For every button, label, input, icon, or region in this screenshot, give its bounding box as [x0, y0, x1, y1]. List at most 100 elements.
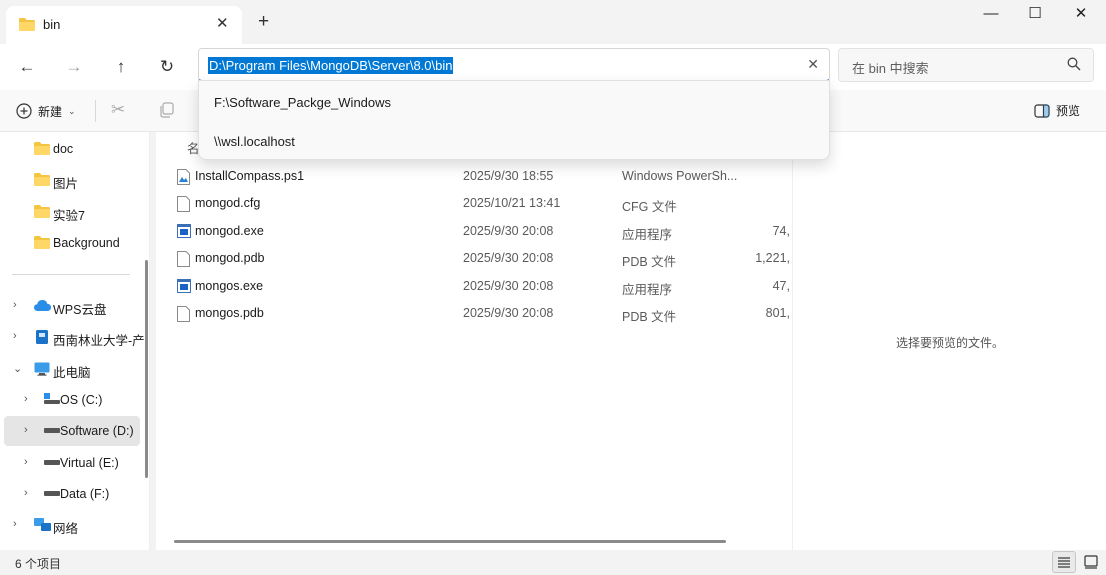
search-placeholder: 在 bin 中搜索	[852, 61, 929, 76]
sidebar-item-virtual-e[interactable]: › Virtual (E:)	[0, 448, 145, 478]
file-name: InstallCompass.ps1	[195, 169, 305, 183]
folder-icon	[19, 18, 35, 31]
script-file-icon	[177, 169, 190, 185]
chevron-right-icon[interactable]: ›	[24, 424, 28, 436]
title-bar: bin ✕ + — ☐ ✕	[0, 0, 1106, 44]
sidebar-item-experiment7[interactable]: 实验7	[0, 197, 145, 227]
address-path-selected[interactable]: D:\Program Files\MongoDB\Server\8.0\bin	[208, 57, 454, 74]
refresh-icon[interactable]: ↻	[152, 52, 182, 82]
preview-button[interactable]: 预览	[1034, 102, 1080, 119]
file-size: 801,	[765, 306, 790, 320]
exe-icon	[177, 279, 191, 293]
maximize-button[interactable]: ☐	[1012, 4, 1058, 28]
large-icons-view-icon[interactable]	[1080, 552, 1102, 572]
sidebar-item-software-d[interactable]: › Software (D:)	[4, 416, 140, 446]
new-tab-button[interactable]: +	[258, 12, 269, 32]
toolbar-divider	[95, 100, 96, 122]
details-view-icon	[1058, 557, 1070, 568]
chevron-down-icon[interactable]: ⌄	[13, 362, 22, 375]
clear-address-icon[interactable]: ✕	[807, 56, 819, 73]
sidebar-item-doc[interactable]: doc	[0, 134, 145, 164]
file-size: 74,	[772, 224, 790, 238]
suggestion-item[interactable]: \\wsl.localhost	[214, 134, 295, 149]
minimize-button[interactable]: —	[968, 4, 1014, 28]
file-name: mongod.cfg	[195, 196, 261, 210]
chevron-right-icon[interactable]: ›	[24, 487, 28, 499]
address-suggestions-dropdown: F:\Software_Packge_Windows \\wsl.localho…	[198, 80, 830, 160]
sidebar-item-label: doc	[53, 142, 74, 156]
table-row[interactable]: mongos.exe 2025/9/30 20:08 应用程序 47,	[156, 273, 792, 300]
preview-empty-text: 选择要预览的文件。	[895, 336, 1004, 350]
sidebar-item-swfu[interactable]: › 西南林业大学-产	[0, 322, 145, 352]
drive-icon	[44, 491, 60, 496]
sidebar-item-pictures[interactable]: 图片	[0, 165, 145, 195]
cloud-icon	[34, 300, 51, 311]
new-button[interactable]: 新建 ⌄	[16, 101, 76, 121]
file-date: 2025/9/30 20:08	[463, 279, 554, 293]
folder-icon	[34, 173, 50, 186]
chevron-right-icon[interactable]: ›	[13, 299, 17, 311]
sidebar-item-network[interactable]: › 网络	[0, 510, 145, 540]
details-view-button[interactable]	[1052, 551, 1076, 573]
sidebar-divider	[12, 274, 130, 275]
tab-bin[interactable]: bin ✕	[6, 6, 242, 44]
file-type: CFG 文件	[622, 200, 677, 214]
table-row[interactable]: mongod.pdb 2025/9/30 20:08 PDB 文件 1,221,	[156, 245, 792, 272]
file-icon	[177, 196, 190, 212]
chevron-right-icon[interactable]: ›	[13, 330, 17, 342]
table-row[interactable]: InstallCompass.ps1 2025/9/30 18:55 Windo…	[156, 163, 792, 190]
file-type: PDB 文件	[622, 310, 677, 324]
tab-close-icon[interactable]: ✕	[216, 14, 229, 32]
search-input[interactable]: 在 bin 中搜索	[838, 48, 1094, 82]
forward-arrow-icon[interactable]: →	[59, 52, 89, 82]
address-bar[interactable]: D:\Program Files\MongoDB\Server\8.0\bin …	[198, 48, 830, 82]
up-arrow-icon[interactable]: ↑	[106, 52, 136, 82]
os-drive-icon	[44, 393, 60, 404]
exe-icon	[177, 224, 191, 238]
folder-icon	[34, 236, 50, 249]
file-date: 2025/9/30 18:55	[463, 169, 554, 183]
chevron-right-icon[interactable]: ›	[24, 393, 28, 405]
file-name: mongod.pdb	[195, 251, 265, 265]
table-row[interactable]: mongod.exe 2025/9/30 20:08 应用程序 74,	[156, 218, 792, 245]
sidebar-item-os-c[interactable]: › OS (C:)	[0, 385, 145, 415]
sidebar-item-wps-cloud[interactable]: › WPS云盘	[0, 291, 145, 321]
search-icon	[1067, 57, 1081, 71]
file-type: 应用程序	[622, 228, 673, 242]
sidebar-item-data-f[interactable]: › Data (F:)	[0, 479, 145, 509]
item-count: 6 个项目	[15, 557, 62, 571]
sidebar-item-label: 此电脑	[53, 366, 91, 380]
chevron-right-icon[interactable]: ›	[24, 456, 28, 468]
chevron-right-icon[interactable]: ›	[13, 518, 17, 530]
copy-icon[interactable]	[159, 102, 175, 118]
file-date: 2025/9/30 20:08	[463, 251, 554, 265]
cut-icon[interactable]: ✂	[111, 100, 125, 120]
status-bar: 6 个项目	[0, 550, 1106, 575]
sidebar-item-this-pc[interactable]: ⌄ 此电脑	[0, 354, 145, 384]
sidebar-item-background[interactable]: Background	[0, 228, 145, 258]
navigation-pane: doc 图片 实验7 Background › WPS云盘 › 西南林业大学-产…	[0, 132, 150, 550]
file-date: 2025/10/21 13:41	[463, 196, 561, 210]
sidebar-item-label: 网络	[53, 522, 79, 536]
file-type: 应用程序	[622, 283, 673, 297]
sidebar-item-label: Background	[53, 236, 120, 250]
sidebar-scrollbar[interactable]	[145, 260, 148, 478]
computer-icon	[34, 362, 50, 376]
org-folder-icon	[36, 330, 48, 344]
table-row[interactable]: mongos.pdb 2025/9/30 20:08 PDB 文件 801,	[156, 300, 792, 327]
sidebar-item-label: WPS云盘	[53, 303, 107, 317]
new-button-label: 新建	[38, 104, 63, 119]
file-name: mongos.pdb	[195, 306, 264, 320]
file-name: mongos.exe	[195, 279, 264, 293]
file-size: 47,	[772, 279, 790, 293]
drive-icon	[44, 460, 60, 465]
suggestion-item[interactable]: F:\Software_Packge_Windows	[214, 95, 391, 110]
file-date: 2025/9/30 20:08	[463, 306, 554, 320]
sidebar-item-label: 实验7	[53, 209, 85, 223]
back-arrow-icon[interactable]: ←	[12, 52, 42, 82]
sidebar-item-label: Software (D:)	[60, 424, 134, 438]
close-window-button[interactable]: ✕	[1058, 4, 1104, 28]
horizontal-scrollbar[interactable]	[174, 540, 726, 543]
file-icon	[177, 306, 190, 322]
table-row[interactable]: mongod.cfg 2025/10/21 13:41 CFG 文件	[156, 190, 792, 217]
